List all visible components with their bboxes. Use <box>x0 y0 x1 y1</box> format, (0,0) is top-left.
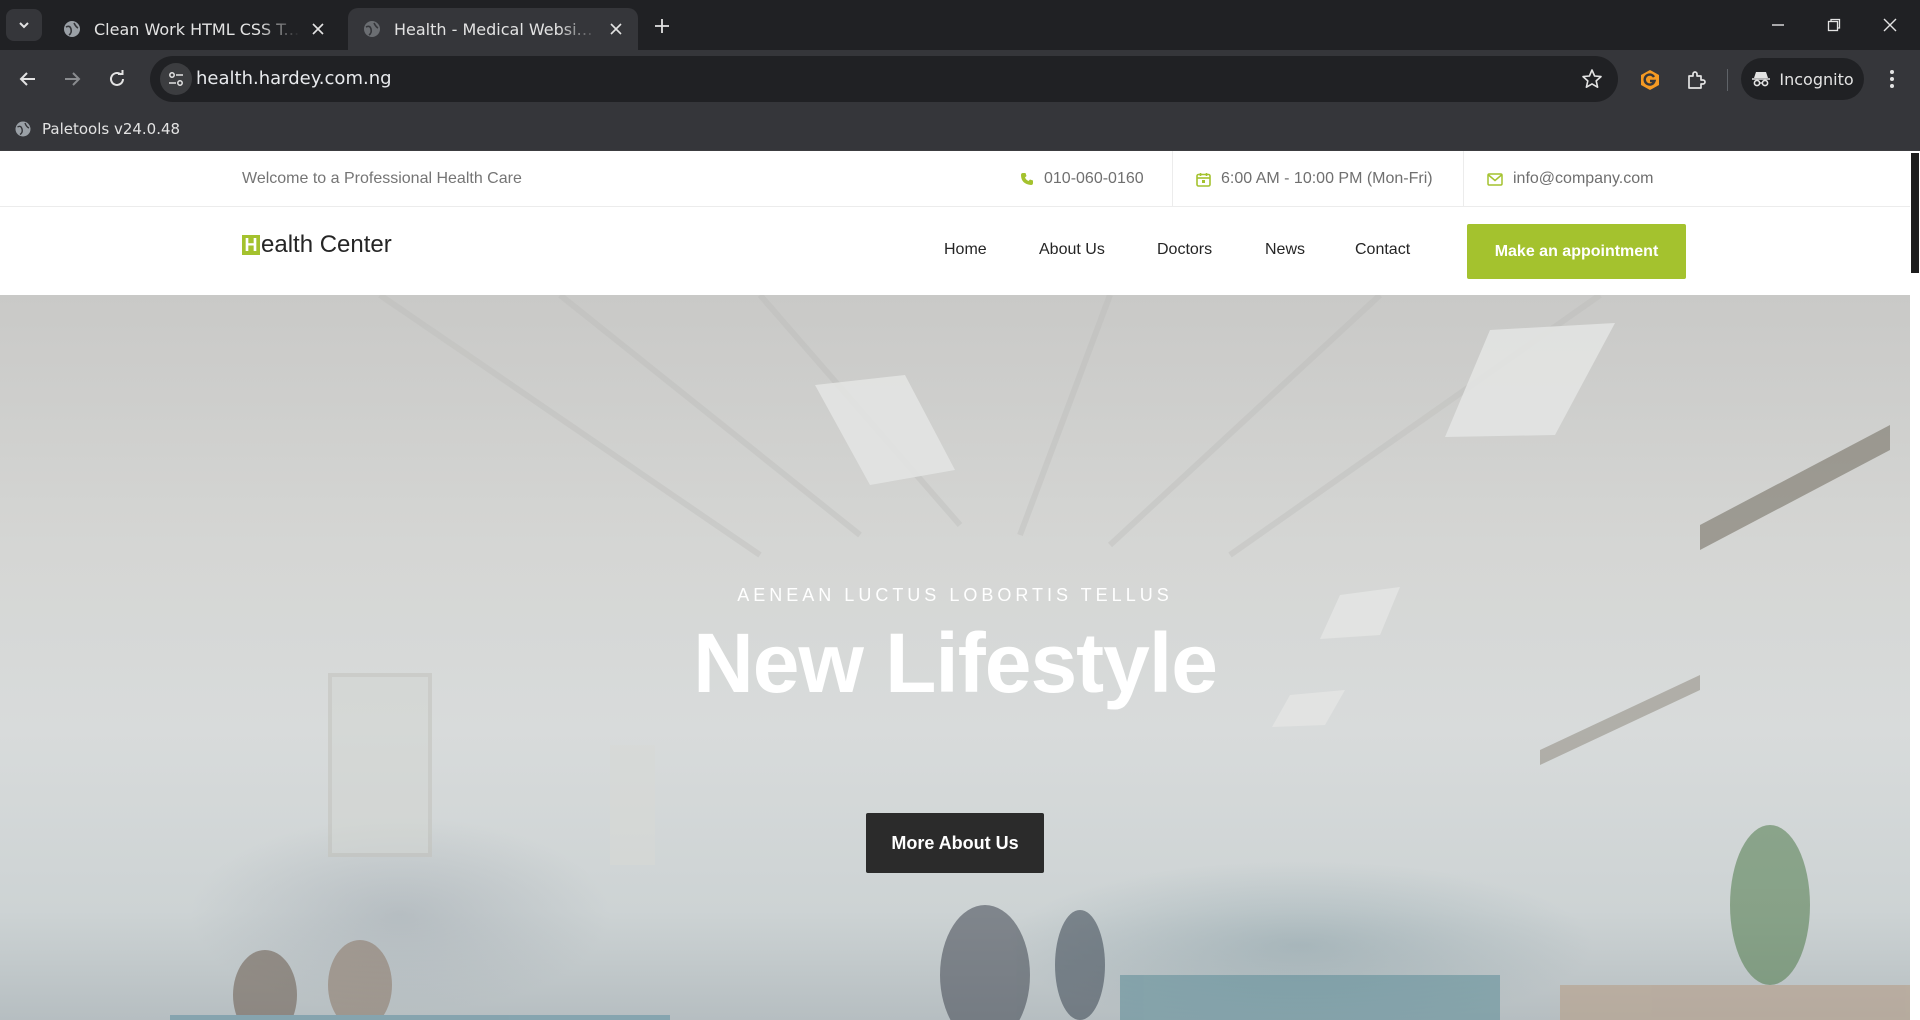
plus-icon <box>655 19 669 33</box>
email-address: info@company.com <box>1513 170 1654 187</box>
extension-g-icon[interactable] <box>1637 67 1663 93</box>
tune-icon <box>169 72 183 86</box>
close-window-button[interactable] <box>1862 0 1918 50</box>
browser-toolbar: health.hardey.com.ng Incognito <box>0 50 1920 108</box>
toolbar-divider <box>1727 69 1728 91</box>
reload-button[interactable] <box>99 61 135 97</box>
welcome-text: Welcome to a Professional Health Care <box>242 170 522 187</box>
minimize-button[interactable] <box>1750 0 1806 50</box>
nav-item-about-us[interactable]: About Us <box>1039 241 1105 259</box>
logo-mark: H <box>242 235 260 255</box>
tab-clean-work[interactable]: Clean Work HTML CSS Template <box>48 8 340 50</box>
reload-icon <box>110 70 124 86</box>
incognito-label: Incognito <box>1779 69 1854 89</box>
nav-item-home[interactable]: Home <box>944 241 987 259</box>
globe-icon <box>15 121 31 137</box>
logo-text: ealth Center <box>261 231 392 258</box>
calendar-icon <box>1196 172 1211 187</box>
restore-button[interactable] <box>1806 0 1862 50</box>
more-vert-icon <box>1890 70 1894 88</box>
nav-item-doctors[interactable]: Doctors <box>1157 241 1212 259</box>
restore-icon <box>1827 18 1841 32</box>
envelope-icon <box>1487 172 1503 186</box>
opening-hours: 6:00 AM - 10:00 PM (Mon-Fri) <box>1221 170 1433 187</box>
url-text[interactable]: health.hardey.com.ng <box>196 68 392 89</box>
make-appointment-button[interactable]: Make an appointment <box>1467 224 1686 279</box>
top-info-bar: Welcome to a Professional Health Care 01… <box>0 151 1910 207</box>
hero-content: AENEAN LUCTUS LOBORTIS TELLUS New Lifest… <box>0 295 1910 1020</box>
topbar-divider <box>1463 151 1464 207</box>
globe-icon <box>364 21 380 37</box>
browser-menu-button[interactable] <box>1880 67 1904 91</box>
bookmark-star-icon[interactable] <box>1580 67 1604 91</box>
arrow-right-icon <box>65 72 81 86</box>
nav-item-news[interactable]: News <box>1265 241 1305 259</box>
close-tab-icon[interactable] <box>606 19 626 39</box>
more-about-us-button[interactable]: More About Us <box>866 813 1044 873</box>
topbar-divider <box>1172 151 1173 207</box>
hero-kicker: AENEAN LUCTUS LOBORTIS TELLUS <box>737 585 1173 605</box>
address-bar[interactable]: health.hardey.com.ng <box>150 56 1618 102</box>
nav-item-contact[interactable]: Contact <box>1355 241 1410 259</box>
tab-title: Health - Medical Website Template <box>394 19 598 39</box>
email-contact[interactable]: info@company.com <box>1487 151 1653 207</box>
tab-title: Clean Work HTML CSS Template <box>94 19 300 39</box>
bookmark-paletools[interactable]: Paletools v24.0.48 <box>14 116 180 142</box>
arrow-left-icon <box>19 72 35 86</box>
hours-info: 6:00 AM - 10:00 PM (Mon-Fri) <box>1196 151 1433 207</box>
globe-icon <box>64 21 80 37</box>
incognito-icon <box>1752 72 1771 87</box>
minimize-icon <box>1772 24 1784 26</box>
new-tab-button[interactable] <box>648 12 676 40</box>
hero-title: New Lifestyle <box>693 616 1218 710</box>
close-icon <box>1883 18 1897 32</box>
close-tab-icon[interactable] <box>308 19 328 39</box>
site-logo[interactable]: Health Center <box>242 231 392 259</box>
main-navigation: Health Center Home About Us Doctors News… <box>0 207 1910 295</box>
site-info-button[interactable] <box>160 63 192 95</box>
tab-search-button[interactable] <box>6 9 42 41</box>
bookmarks-bar: Paletools v24.0.48 <box>0 108 1920 151</box>
page-scrollbar[interactable] <box>1910 151 1920 1020</box>
back-button[interactable] <box>10 61 46 97</box>
extensions-puzzle-icon[interactable] <box>1683 67 1709 93</box>
phone-number: 010-060-0160 <box>1044 170 1144 187</box>
page-viewport: Welcome to a Professional Health Care 01… <box>0 151 1920 1020</box>
scrollbar-thumb[interactable] <box>1911 153 1919 273</box>
tab-health[interactable]: Health - Medical Website Template <box>348 8 638 50</box>
incognito-indicator[interactable]: Incognito <box>1741 58 1864 100</box>
phone-icon <box>1021 173 1033 185</box>
browser-tab-bar: Clean Work HTML CSS Template Health - Me… <box>0 0 1920 50</box>
hero-banner: AENEAN LUCTUS LOBORTIS TELLUS New Lifest… <box>0 295 1910 1020</box>
chevron-down-icon <box>19 22 29 29</box>
phone-contact[interactable]: 010-060-0160 <box>1020 151 1144 207</box>
forward-button[interactable] <box>54 61 90 97</box>
bookmark-label: Paletools v24.0.48 <box>42 120 181 138</box>
